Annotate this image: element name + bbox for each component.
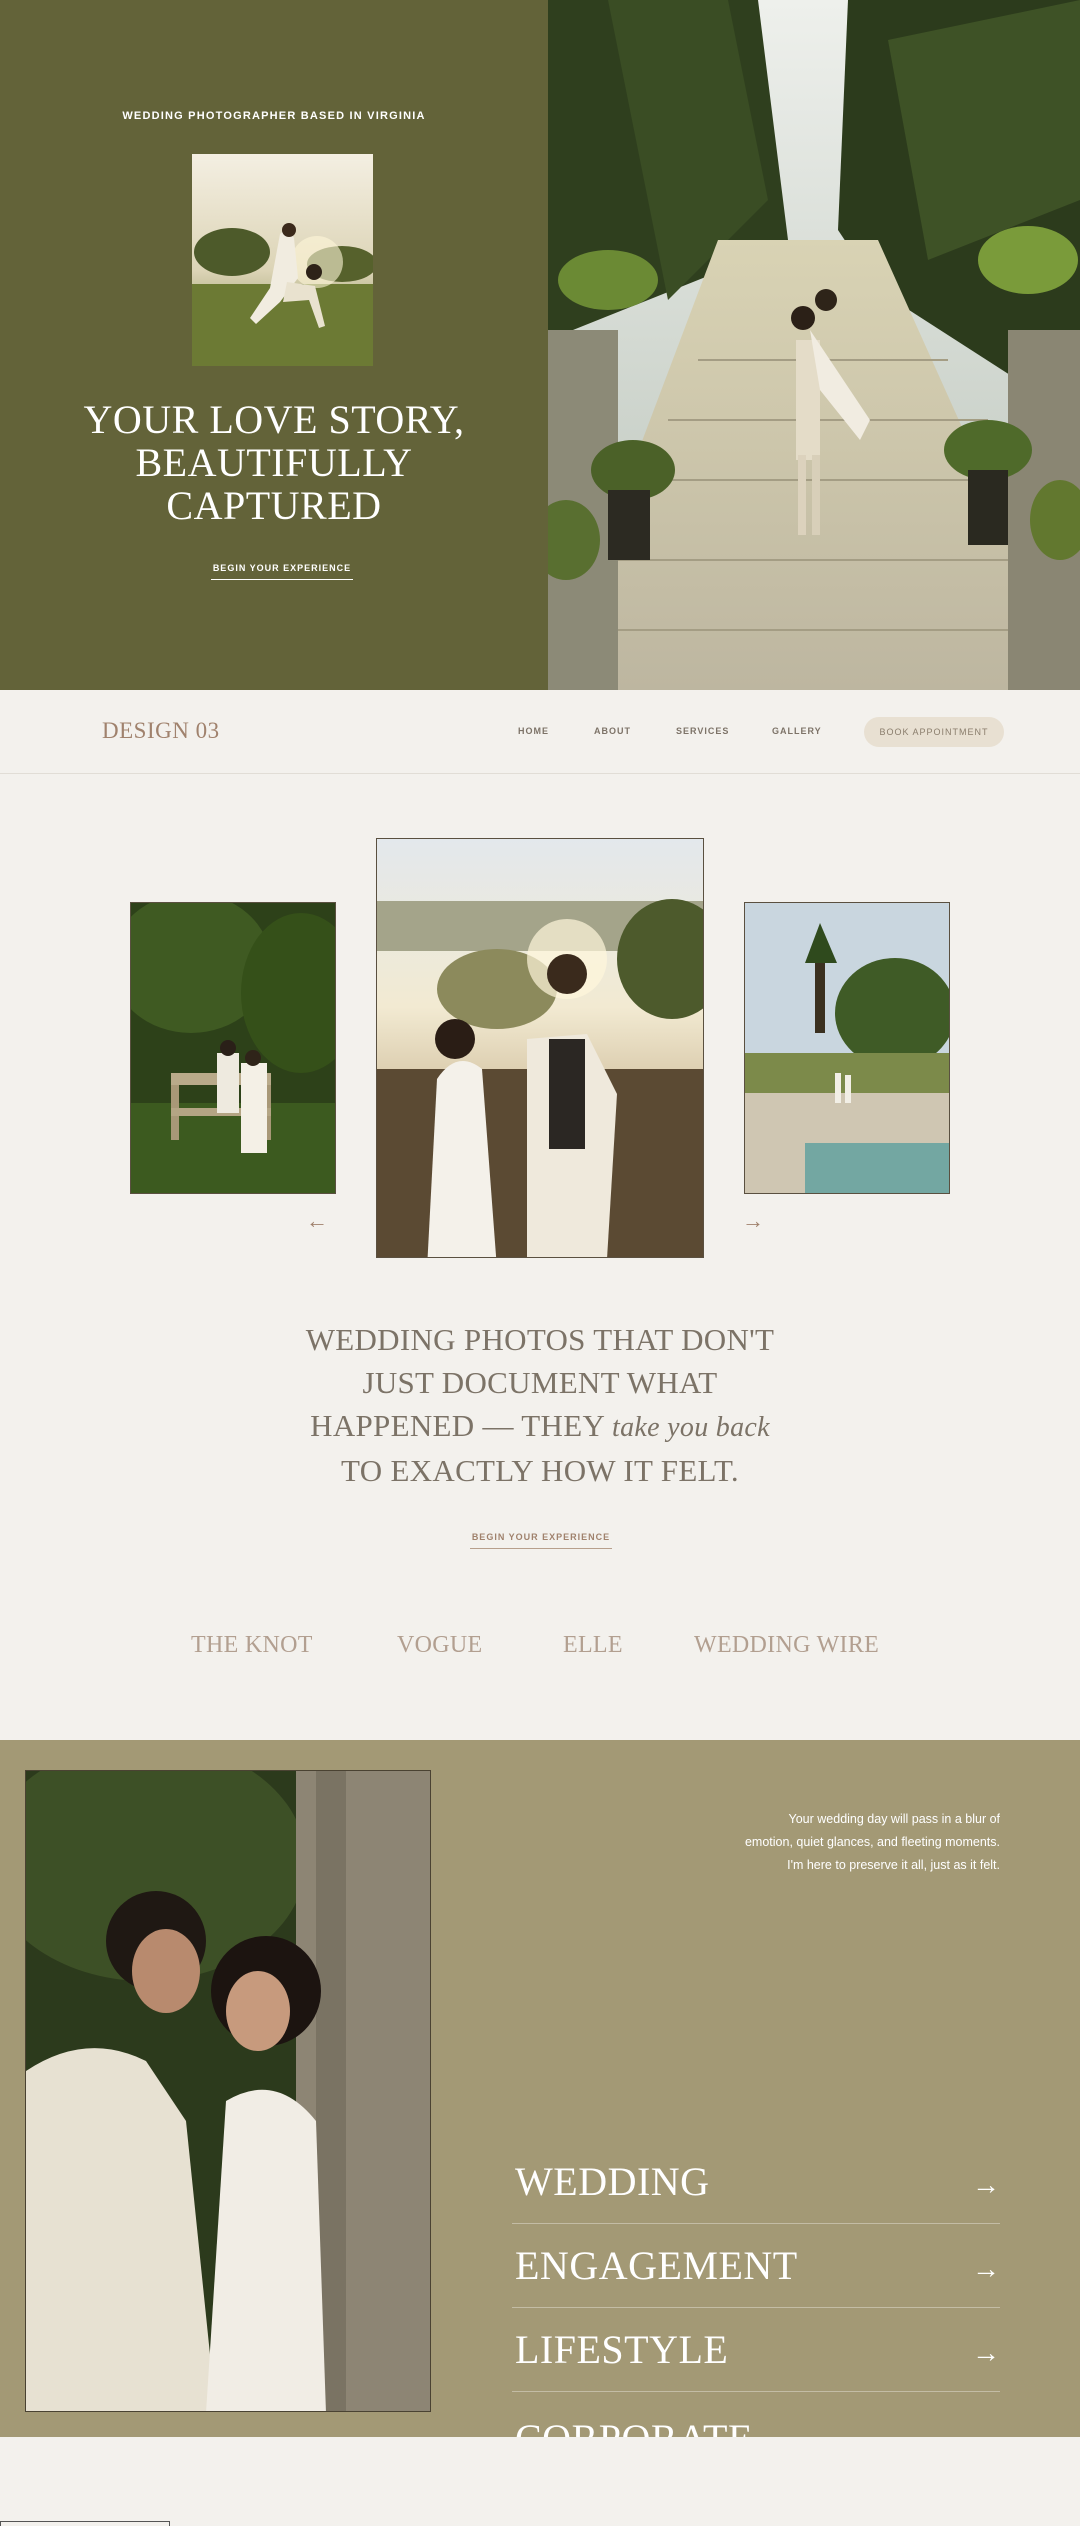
gallery-photo-garden-pool[interactable] [744, 902, 950, 1194]
nav-link-about[interactable]: ABOUT [594, 726, 631, 736]
hero-eyebrow: WEDDING PHOTOGRAPHER BASED IN VIRGINIA [122, 110, 426, 122]
quote-line: TO EXACTLY HOW IT FELT. [341, 1453, 739, 1488]
hero-title-line: BEAUTIFULLY [135, 440, 413, 485]
quote-line: HAPPENED — THEY take you back [0, 1404, 1080, 1449]
services-intro: Your wedding day will pass in a blur of … [660, 1808, 1000, 1877]
nav-link-gallery[interactable]: GALLERY [772, 726, 822, 736]
nav-link-home[interactable]: HOME [518, 726, 549, 736]
service-row-wedding[interactable]: WEDDING → [512, 2140, 1000, 2224]
press-logo-elle: ELLE [563, 1632, 623, 1658]
services-intro-line: I'm here to preserve it all, just as it … [787, 1858, 1000, 1872]
services-intro-line: Your wedding day will pass in a blur of [788, 1812, 1000, 1826]
services-couple-photo [25, 1770, 431, 2412]
arrow-left-icon[interactable]: ← [306, 1208, 328, 1234]
service-row-lifestyle[interactable]: LIFESTYLE → [512, 2308, 1000, 2392]
quote-line: JUST DOCUMENT WHAT [362, 1365, 718, 1400]
site-logo[interactable]: DESIGN 03 [102, 718, 220, 744]
hero-begin-experience-link[interactable]: BEGIN YOUR EXPERIENCE [211, 563, 353, 580]
gallery-photo-featured-couple[interactable] [376, 838, 704, 1258]
arrow-right-icon[interactable]: → [742, 1208, 764, 1234]
press-logo-vogue: VOGUE [397, 1632, 483, 1658]
service-row-engagement[interactable]: ENGAGEMENT → [512, 2224, 1000, 2308]
hero-title-line: YOUR LOVE STORY, [83, 397, 465, 442]
arrow-right-icon: → [972, 2253, 1000, 2284]
hero-staircase-photo [548, 0, 1080, 690]
press-logo-the-knot: THE KNOT [191, 1632, 313, 1658]
hero-section: WEDDING PHOTOGRAPHER BASED IN VIRGINIA Y… [0, 0, 1080, 690]
arrow-right-icon: → [972, 2337, 1000, 2368]
press-logo-wedding-wire: WEDDING WIRE [694, 1632, 880, 1658]
quote-begin-experience-link[interactable]: BEGIN YOUR EXPERIENCE [470, 1532, 612, 1549]
nav-link-services[interactable]: SERVICES [676, 726, 729, 736]
quote-italic-phrase: take you back [612, 1412, 770, 1443]
service-label: LIFESTYLE [515, 2327, 729, 2372]
arrow-right-icon: → [972, 2169, 1000, 2200]
book-appointment-button[interactable]: BOOK APPOINTMENT [864, 717, 1004, 747]
quote-line-prefix: HAPPENED — THEY [310, 1408, 613, 1443]
hero-title-line: CAPTURED [166, 483, 382, 528]
service-row-corporate[interactable]: CORPORATE → [512, 2392, 1000, 2461]
service-label: ENGAGEMENT [515, 2243, 798, 2288]
services-section: Your wedding day will pass in a blur of … [0, 1740, 1080, 2461]
service-label: WEDDING [515, 2159, 710, 2204]
hero-title: YOUR LOVE STORY, BEAUTIFULLY CAPTURED [0, 398, 548, 527]
quote-line: WEDDING PHOTOS THAT DON'T [305, 1322, 775, 1357]
footer-strip [0, 2437, 1080, 2526]
hero-panel: WEDDING PHOTOGRAPHER BASED IN VIRGINIA Y… [0, 0, 548, 690]
top-navigation: DESIGN 03 HOME ABOUT SERVICES GALLERY BO… [0, 690, 1080, 774]
hero-couple-photo [192, 154, 373, 366]
services-intro-line: emotion, quiet glances, and fleeting mom… [744, 1835, 1000, 1849]
philosophy-quote: WEDDING PHOTOS THAT DON'T JUST DOCUMENT … [0, 1318, 1080, 1492]
gallery-photo-bench[interactable] [130, 902, 336, 1194]
footer-scroll-bar [0, 2521, 170, 2526]
